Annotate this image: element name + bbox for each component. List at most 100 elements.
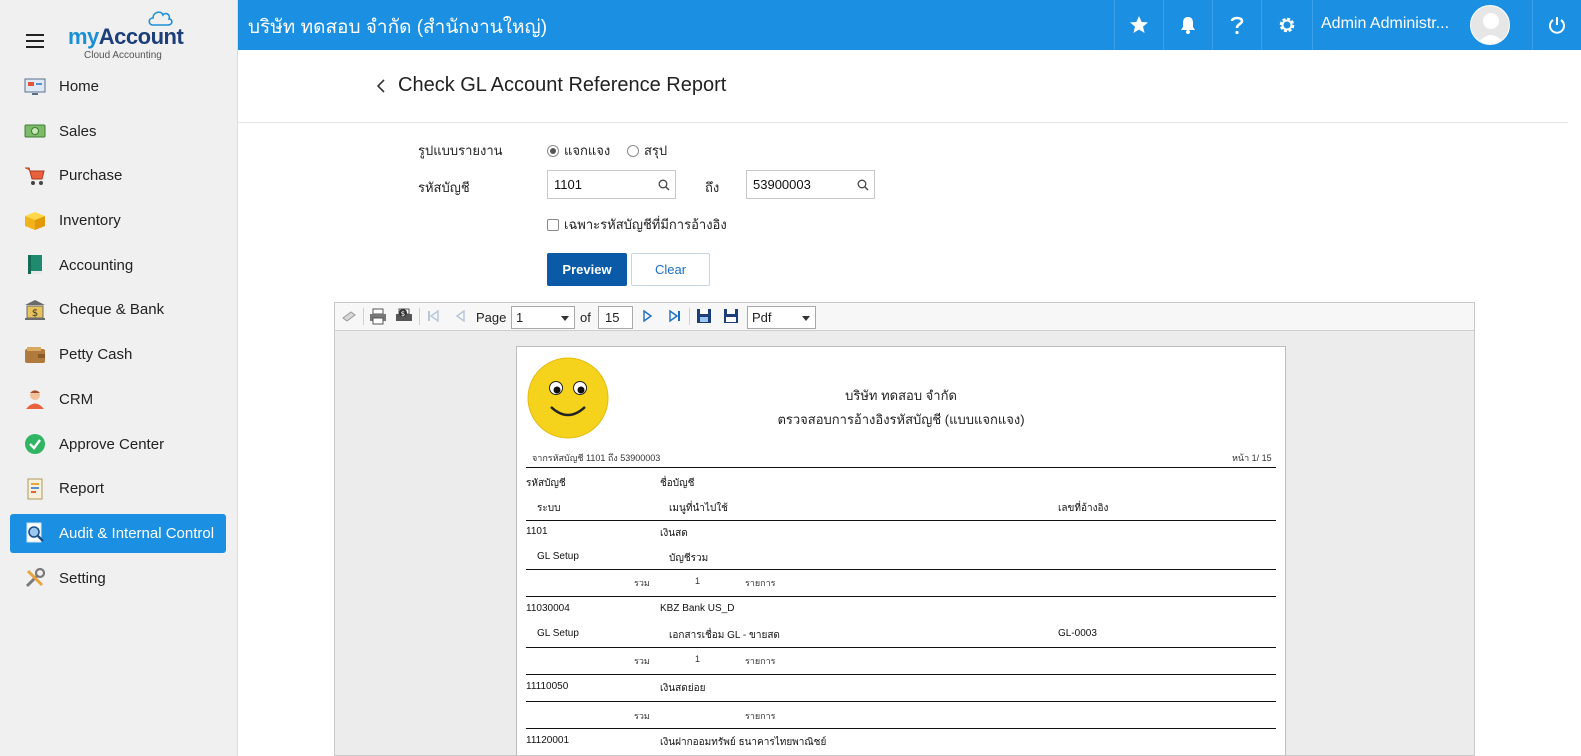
ledger-book-icon	[24, 254, 46, 276]
report-rule	[526, 596, 1276, 597]
page-number-select[interactable]: 1	[511, 306, 575, 329]
menu-name: บัญชีรวม	[669, 553, 709, 564]
report-rule	[526, 674, 1276, 675]
col-header-system: ระบบ	[537, 503, 561, 514]
report-rule	[526, 728, 1276, 729]
person-icon	[24, 388, 46, 410]
chevron-down-icon	[802, 316, 810, 321]
preview-button[interactable]: Preview	[547, 253, 627, 286]
sidebar-item-label: Home	[59, 78, 100, 95]
menu-toggle-icon[interactable]	[26, 34, 44, 48]
first-page-icon[interactable]	[426, 308, 440, 324]
to-label: ถึง	[705, 180, 720, 195]
toolbar-divider	[363, 308, 364, 325]
account-to-input[interactable]: 53900003	[746, 170, 875, 199]
clear-button[interactable]: Clear	[631, 253, 710, 286]
sidebar-item-petty-cash[interactable]: Petty Cash	[10, 335, 226, 374]
search-icon[interactable]	[658, 179, 670, 191]
account-code: 1101	[526, 526, 548, 537]
items-label: รายการ	[745, 711, 776, 721]
sidebar-item-report[interactable]: Report	[10, 469, 226, 508]
settings-button[interactable]	[1261, 0, 1312, 50]
previous-page-icon[interactable]	[453, 308, 467, 324]
cash-icon	[24, 120, 46, 142]
total-label: รวม	[634, 656, 650, 666]
home-monitor-icon	[24, 76, 46, 98]
favorites-button[interactable]	[1114, 0, 1163, 50]
tools-icon	[24, 567, 46, 589]
account-from-input[interactable]: 1101	[547, 170, 676, 199]
parameters-icon[interactable]	[341, 308, 357, 324]
svg-text:$: $	[32, 308, 38, 319]
total-pages-field: 15	[598, 306, 633, 329]
next-page-icon[interactable]	[641, 308, 655, 324]
sidebar-item-home[interactable]: Home	[10, 67, 226, 106]
save-icon[interactable]	[696, 308, 712, 324]
report-rule	[526, 569, 1276, 570]
report-page-number: หน้า 1/ 15	[1232, 453, 1272, 463]
help-button[interactable]	[1212, 0, 1261, 50]
sidebar-item-audit-internal-control[interactable]: Audit & Internal Control	[10, 513, 226, 553]
sidebar-item-label: Purchase	[59, 167, 123, 185]
sidebar-item-label: Accounting	[59, 256, 134, 274]
radio-summary[interactable]: สรุป	[627, 140, 667, 161]
logout-button[interactable]	[1532, 0, 1581, 50]
brand-area: myAccount Cloud Accounting	[0, 0, 238, 66]
reference-number: GL-0003	[1058, 628, 1097, 639]
app-logo[interactable]: myAccount Cloud Accounting	[68, 10, 184, 62]
avatar[interactable]	[1470, 5, 1510, 45]
print-setup-icon[interactable]: $	[395, 308, 413, 325]
report-rule	[526, 701, 1276, 702]
export-icon[interactable]	[723, 308, 739, 324]
total-label: รวม	[634, 711, 650, 721]
export-format-select[interactable]: Pdf	[747, 306, 816, 329]
sidebar-item-setting[interactable]: Setting	[10, 559, 226, 598]
print-icon[interactable]	[369, 308, 387, 325]
radio-detail-label: แจกแจง	[564, 143, 611, 158]
report-rule	[526, 647, 1276, 648]
search-icon[interactable]	[857, 179, 869, 191]
page-label: Page	[476, 310, 507, 325]
sidebar-item-crm[interactable]: CRM	[10, 380, 226, 419]
only-referenced-label: เฉพาะรหัสบัญชีที่มีการอ้างอิง	[564, 217, 727, 232]
user-silhouette-icon	[1477, 13, 1505, 44]
export-format-value: Pdf	[752, 310, 772, 325]
last-page-icon[interactable]	[668, 308, 682, 324]
account-code: 11030004	[526, 603, 570, 614]
sidebar: myAccount Cloud Accounting Home Sales Pu…	[0, 0, 238, 756]
sidebar-item-inventory[interactable]: Inventory	[10, 201, 226, 240]
user-name[interactable]: Admin Administr...	[1321, 15, 1449, 33]
radio-dot	[627, 144, 639, 157]
report-viewer: $ Page 1 of 15 Pdf บริษัท ทดสอบ จำกัด ตร…	[334, 302, 1475, 756]
magnifier-doc-icon	[24, 522, 46, 544]
check-circle-icon	[24, 433, 46, 455]
sidebar-item-purchase[interactable]: Purchase	[10, 156, 226, 195]
company-name[interactable]: บริษัท ทดสอบ จำกัด (สำนักงานใหญ่)	[248, 12, 547, 42]
bell-icon	[1181, 17, 1195, 34]
report-title: ตรวจสอบการอ้างอิงรหัสบัญชี (แบบแจกแจง)	[777, 412, 1025, 427]
col-header-account-code: รหัสบัญชี	[526, 478, 566, 489]
notifications-button[interactable]	[1163, 0, 1212, 50]
sidebar-item-accounting[interactable]: Accounting	[10, 246, 226, 285]
sidebar-item-label: Audit & Internal Control	[59, 524, 215, 542]
report-range: จากรหัสบัญชี 1101 ถึง 53900003	[532, 453, 661, 463]
toolbar-divider	[689, 308, 690, 325]
chevron-left-icon[interactable]	[376, 78, 386, 94]
bank-icon: $	[24, 299, 46, 321]
radio-detail[interactable]: แจกแจง	[547, 140, 610, 161]
total-count: 1	[695, 576, 701, 586]
sidebar-item-approve-center[interactable]: Approve Center	[10, 425, 226, 464]
total-count: 1	[695, 654, 701, 664]
account-from-value: 1101	[554, 177, 582, 192]
col-header-menu: เมนูที่นำไปใช้	[669, 503, 728, 514]
sidebar-item-label: Approve Center	[59, 435, 165, 453]
page-title: Check GL Account Reference Report	[398, 74, 727, 96]
col-header-reference: เลขที่อ้างอิง	[1058, 503, 1109, 514]
sidebar-item-sales[interactable]: Sales	[10, 112, 226, 151]
items-label: รายการ	[745, 656, 776, 666]
sidebar-item-cheque-bank[interactable]: $ Cheque & Bank	[10, 290, 226, 329]
top-bar: บริษัท ทดสอบ จำกัด (สำนักงานใหญ่) Admin …	[238, 0, 1581, 50]
only-referenced-checkbox[interactable]: เฉพาะรหัสบัญชีที่มีการอ้างอิง	[547, 214, 727, 235]
radio-summary-label: สรุป	[644, 143, 668, 158]
account-code: 11110050	[526, 681, 569, 692]
